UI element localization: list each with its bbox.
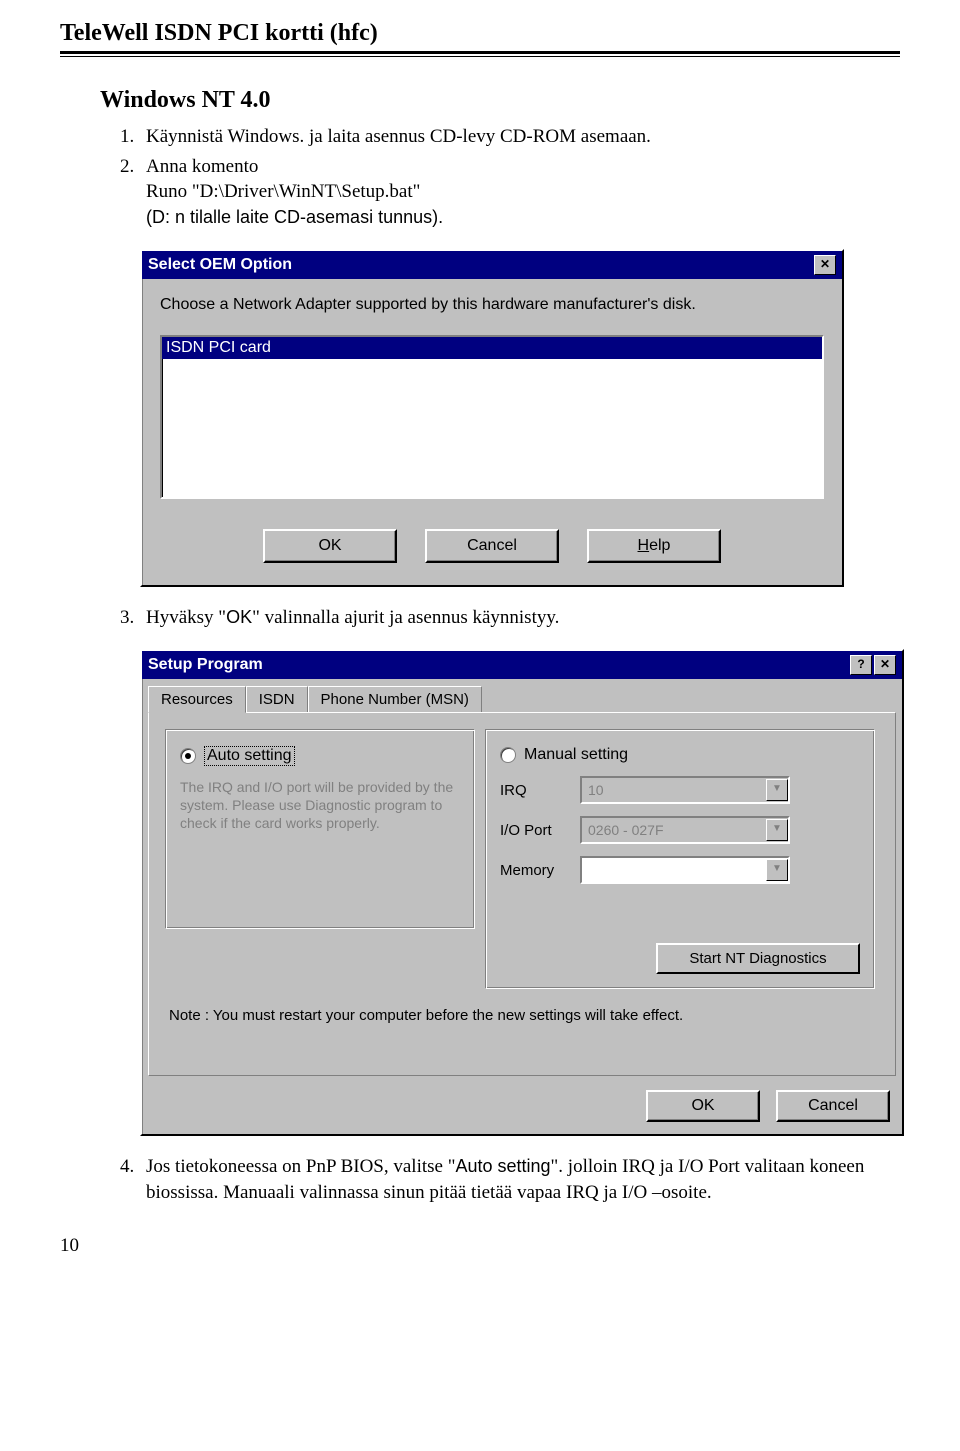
step-3-ok-literal: OK bbox=[226, 607, 252, 627]
restart-note: Note : You must restart your computer be… bbox=[169, 1007, 875, 1024]
chevron-down-icon: ▼ bbox=[766, 779, 788, 801]
dialog1-title: Select OEM Option bbox=[148, 256, 292, 274]
tabstrip: Resources ISDN Phone Number (MSN) bbox=[148, 685, 896, 712]
irq-combo[interactable]: 10 ▼ bbox=[580, 776, 790, 804]
step-1-text: Käynnistä Windows. ja laita asennus CD-l… bbox=[146, 124, 900, 150]
help-icon[interactable]: ? bbox=[850, 655, 872, 675]
ok-button[interactable]: OK bbox=[263, 529, 397, 563]
step-2-text-a: Anna komento bbox=[146, 156, 258, 177]
header-rule bbox=[60, 51, 900, 57]
auto-setting-radio[interactable] bbox=[180, 748, 196, 764]
cancel-button[interactable]: Cancel bbox=[425, 529, 559, 563]
irq-value: 10 bbox=[588, 782, 604, 798]
ioport-combo[interactable]: 0260 - 027F ▼ bbox=[580, 816, 790, 844]
auto-setting-description: The IRQ and I/O port will be provided by… bbox=[180, 778, 460, 833]
memory-combo[interactable]: ▼ bbox=[580, 856, 790, 884]
auto-setting-group: Auto setting The IRQ and I/O port will b… bbox=[165, 729, 475, 929]
memory-label: Memory bbox=[500, 862, 580, 879]
adapter-listbox[interactable]: ISDN PCI card bbox=[160, 335, 824, 499]
step-3-text-a: Hyväksy " bbox=[146, 607, 226, 628]
setup-program-dialog: Setup Program ? ✕ Resources ISDN Phone N… bbox=[140, 649, 904, 1136]
close-icon[interactable]: ✕ bbox=[814, 255, 836, 275]
ioport-value: 0260 - 027F bbox=[588, 822, 664, 838]
manual-setting-radio[interactable] bbox=[500, 747, 516, 763]
adapter-list-item-selected[interactable]: ISDN PCI card bbox=[162, 337, 822, 359]
manual-setting-label: Manual setting bbox=[524, 746, 628, 764]
select-oem-dialog: Select OEM Option ✕ Choose a Network Ada… bbox=[140, 249, 844, 588]
step-2: 2. Anna komento Runo "D:\Driver\WinNT\Se… bbox=[120, 154, 900, 231]
section-title: Windows NT 4.0 bbox=[100, 87, 900, 114]
cancel-button[interactable]: Cancel bbox=[776, 1090, 890, 1122]
step-1: 1. Käynnistä Windows. ja laita asennus C… bbox=[120, 124, 900, 150]
step-3-text-b: " valinnalla ajurit ja asennus käynnisty… bbox=[252, 607, 559, 628]
chevron-down-icon: ▼ bbox=[766, 819, 788, 841]
step-2-text-c: (D: n tilalle laite CD-asemasi tunnus). bbox=[146, 207, 443, 227]
help-button[interactable]: Help bbox=[587, 529, 721, 563]
irq-label: IRQ bbox=[500, 782, 580, 799]
dialog2-titlebar: Setup Program ? ✕ bbox=[142, 651, 902, 679]
dialog2-title: Setup Program bbox=[148, 656, 263, 674]
ok-button[interactable]: OK bbox=[646, 1090, 760, 1122]
auto-setting-label: Auto setting bbox=[204, 746, 295, 766]
dialog1-titlebar: Select OEM Option ✕ bbox=[142, 251, 842, 279]
step-4: 4. Jos tietokoneessa on PnP BIOS, valits… bbox=[120, 1154, 900, 1205]
start-diagnostics-button[interactable]: Start NT Diagnostics bbox=[656, 943, 860, 974]
step-4-text: Jos tietokoneessa on PnP BIOS, valitse "… bbox=[146, 1154, 900, 1205]
ioport-label: I/O Port bbox=[500, 822, 580, 839]
tab-panel-resources: Auto setting The IRQ and I/O port will b… bbox=[148, 712, 896, 1076]
page-header-title: TeleWell ISDN PCI kortti (hfc) bbox=[60, 20, 900, 47]
chevron-down-icon: ▼ bbox=[766, 859, 788, 881]
dialog1-prompt: Choose a Network Adapter supported by th… bbox=[160, 295, 824, 316]
tab-resources[interactable]: Resources bbox=[148, 686, 246, 713]
step-3: 3. Hyväksy "OK" valinnalla ajurit ja ase… bbox=[120, 605, 900, 631]
close-icon[interactable]: ✕ bbox=[874, 655, 896, 675]
manual-setting-group: Manual setting IRQ 10 ▼ I/O Port 0260 - … bbox=[485, 729, 875, 989]
step-2-text-b: Runo "D:\Driver\WinNT\Setup.bat" bbox=[146, 181, 420, 202]
tab-phone-number[interactable]: Phone Number (MSN) bbox=[308, 686, 482, 713]
tab-isdn[interactable]: ISDN bbox=[246, 686, 308, 713]
page-number: 10 bbox=[60, 1235, 900, 1257]
